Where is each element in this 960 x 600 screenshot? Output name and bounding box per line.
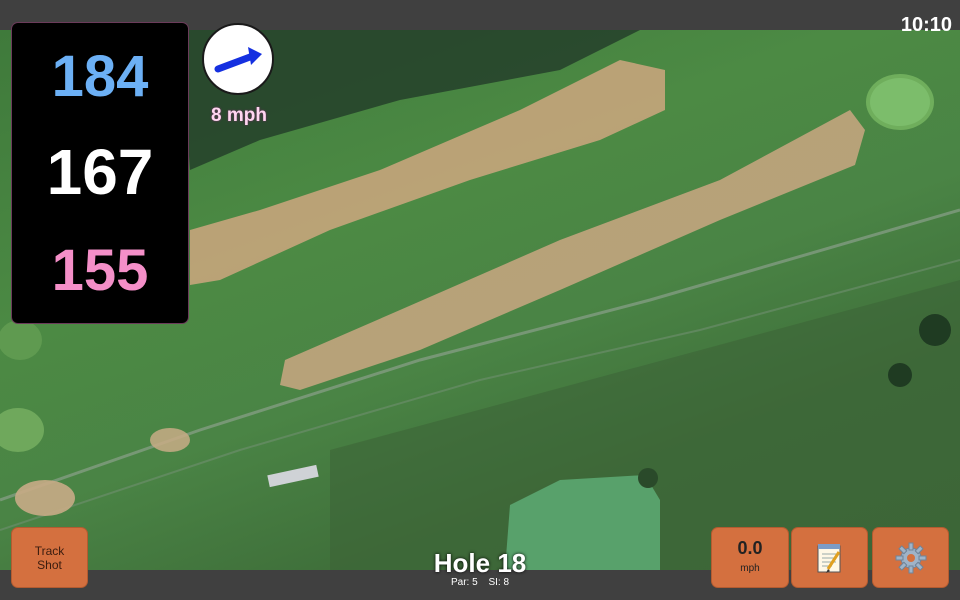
gear-icon: [895, 542, 926, 573]
back-distance: 184: [51, 44, 149, 109]
wind-indicator: [202, 23, 274, 95]
hole-title: Hole 18: [433, 548, 527, 578]
track-shot-label-line1: Track: [34, 543, 65, 558]
speed-value: 0.0: [737, 538, 763, 558]
hole-meta: Par: 5 SI: 8: [380, 577, 580, 588]
front-distance: 155: [51, 238, 149, 303]
settings-button[interactable]: [873, 528, 948, 587]
wind-speed: 8 mph: [211, 105, 267, 126]
track-shot-button[interactable]: Track Shot: [12, 528, 87, 587]
middle-distance: 167: [46, 136, 154, 208]
notes-button[interactable]: [792, 528, 867, 587]
yardage-panel: 184 167 155: [12, 23, 188, 323]
hole-par: Par: 5: [450, 577, 478, 588]
hole-stroke-index: SI: 8: [488, 577, 510, 588]
arrow-right-up-icon: [214, 47, 262, 73]
track-shot-label-line2: Shot: [37, 557, 62, 572]
notepad-icon: [817, 543, 840, 573]
status-clock: 10:10: [900, 14, 952, 36]
speed-button[interactable]: 0.0 mph: [712, 528, 788, 587]
speed-unit: mph: [740, 563, 760, 574]
